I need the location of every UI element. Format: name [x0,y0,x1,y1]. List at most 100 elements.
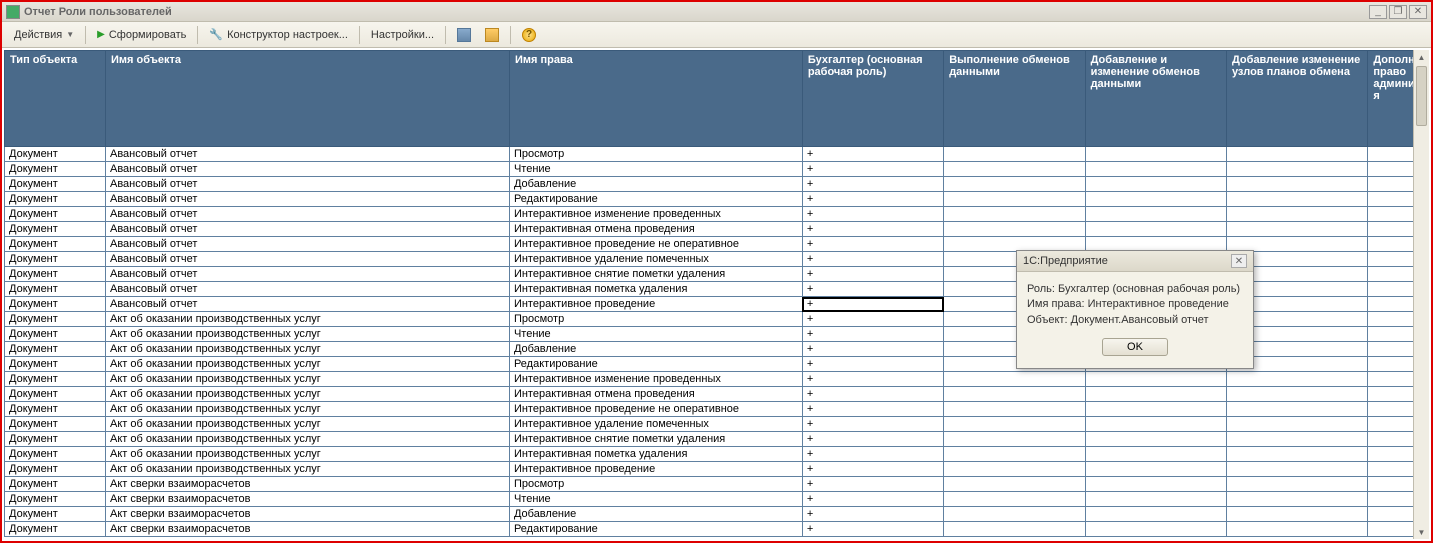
table-cell[interactable]: + [802,327,943,342]
table-cell[interactable]: + [802,297,943,312]
table-cell[interactable]: Акт сверки взаиморасчетов [105,522,509,537]
table-cell[interactable]: Авансовый отчет [105,192,509,207]
table-row[interactable]: ДокументАкт об оказании производственных… [5,432,1429,447]
table-cell[interactable] [1085,492,1226,507]
table-row[interactable]: ДокументАкт об оказании производственных… [5,387,1429,402]
icon-button-a[interactable] [451,26,477,44]
table-cell[interactable]: + [802,492,943,507]
column-header[interactable]: Выполнение обменов данными [944,51,1085,147]
table-cell[interactable] [1226,477,1367,492]
table-cell[interactable] [1085,447,1226,462]
table-row[interactable]: ДокументАкт сверки взаиморасчетовЧтение+ [5,492,1429,507]
table-cell[interactable] [1226,447,1367,462]
table-cell[interactable]: Акт об оказании производственных услуг [105,342,509,357]
table-cell[interactable]: + [802,507,943,522]
table-cell[interactable] [944,372,1085,387]
table-cell[interactable]: Документ [5,507,106,522]
table-cell[interactable]: Авансовый отчет [105,222,509,237]
table-cell[interactable] [944,207,1085,222]
table-cell[interactable]: Документ [5,387,106,402]
table-cell[interactable] [1085,372,1226,387]
table-cell[interactable] [944,522,1085,537]
table-cell[interactable]: Авансовый отчет [105,177,509,192]
table-cell[interactable]: Интерактивное проведение не оперативное [509,237,802,252]
help-button[interactable]: ? [516,26,542,44]
table-cell[interactable]: Акт об оказании производственных услуг [105,327,509,342]
table-cell[interactable]: Документ [5,252,106,267]
table-cell[interactable]: + [802,357,943,372]
table-row[interactable]: ДокументАвансовый отчетПросмотр+ [5,147,1429,162]
table-row[interactable]: ДокументАкт об оказании производственных… [5,462,1429,477]
table-cell[interactable] [1226,432,1367,447]
table-cell[interactable]: Акт об оказании производственных услуг [105,417,509,432]
table-cell[interactable] [944,447,1085,462]
table-cell[interactable]: Документ [5,282,106,297]
table-cell[interactable]: Акт об оказании производственных услуг [105,432,509,447]
settings-button[interactable]: Настройки... [365,27,440,43]
table-cell[interactable] [1085,522,1226,537]
table-cell[interactable] [944,387,1085,402]
table-cell[interactable]: Акт сверки взаиморасчетов [105,477,509,492]
table-cell[interactable]: + [802,522,943,537]
table-row[interactable]: ДокументАкт об оказании производственных… [5,402,1429,417]
table-cell[interactable]: Документ [5,462,106,477]
table-cell[interactable] [944,402,1085,417]
table-cell[interactable]: Просмотр [509,477,802,492]
table-cell[interactable] [1085,432,1226,447]
table-cell[interactable]: Интерактивное проведение не оперативное [509,402,802,417]
table-cell[interactable] [1085,207,1226,222]
table-cell[interactable] [1226,192,1367,207]
table-cell[interactable] [944,162,1085,177]
table-cell[interactable]: + [802,162,943,177]
table-cell[interactable]: + [802,207,943,222]
table-cell[interactable]: Акт об оказании производственных услуг [105,402,509,417]
table-cell[interactable]: + [802,417,943,432]
table-cell[interactable]: Интерактивное изменение проведенных [509,207,802,222]
ok-button[interactable]: OK [1102,338,1168,356]
table-cell[interactable]: + [802,432,943,447]
column-header[interactable]: Добавление изменение узлов планов обмена [1226,51,1367,147]
table-cell[interactable]: + [802,402,943,417]
table-cell[interactable]: + [802,312,943,327]
column-header[interactable]: Имя объекта [105,51,509,147]
table-cell[interactable]: Акт сверки взаиморасчетов [105,507,509,522]
actions-menu[interactable]: Действия ▼ [8,27,80,43]
table-cell[interactable] [1085,222,1226,237]
table-cell[interactable] [944,432,1085,447]
table-row[interactable]: ДокументАкт сверки взаиморасчетовПросмот… [5,477,1429,492]
table-cell[interactable]: Документ [5,297,106,312]
maximize-button[interactable]: ❐ [1389,5,1407,19]
table-cell[interactable]: Документ [5,237,106,252]
table-cell[interactable]: Авансовый отчет [105,252,509,267]
table-cell[interactable] [1226,522,1367,537]
table-cell[interactable]: Документ [5,162,106,177]
table-cell[interactable]: Интерактивное удаление помеченных [509,417,802,432]
scroll-thumb[interactable] [1416,66,1427,126]
table-cell[interactable] [1226,177,1367,192]
table-cell[interactable]: Интерактивное изменение проведенных [509,372,802,387]
designer-button[interactable]: 🔧 Конструктор настроек... [203,26,354,43]
table-cell[interactable]: Добавление [509,177,802,192]
table-cell[interactable] [1085,177,1226,192]
table-cell[interactable] [1085,387,1226,402]
scroll-up-icon[interactable]: ▲ [1414,50,1429,64]
table-row[interactable]: ДокументАвансовый отчетЧтение+ [5,162,1429,177]
table-cell[interactable]: Документ [5,192,106,207]
table-cell[interactable] [944,177,1085,192]
vertical-scrollbar[interactable]: ▲ ▼ [1413,50,1429,539]
table-cell[interactable]: Документ [5,522,106,537]
table-cell[interactable] [1226,462,1367,477]
table-cell[interactable] [1226,402,1367,417]
table-row[interactable]: ДокументАкт сверки взаиморасчетовДобавле… [5,507,1429,522]
table-cell[interactable] [944,492,1085,507]
table-cell[interactable]: Интерактивное снятие пометки удаления [509,267,802,282]
table-cell[interactable] [1085,162,1226,177]
table-cell[interactable]: Авансовый отчет [105,267,509,282]
table-cell[interactable]: Акт сверки взаиморасчетов [105,492,509,507]
table-cell[interactable] [944,462,1085,477]
table-cell[interactable] [1085,477,1226,492]
table-cell[interactable]: + [802,147,943,162]
table-cell[interactable]: Добавление [509,507,802,522]
table-cell[interactable]: Чтение [509,492,802,507]
table-row[interactable]: ДокументАкт об оказании производственных… [5,447,1429,462]
